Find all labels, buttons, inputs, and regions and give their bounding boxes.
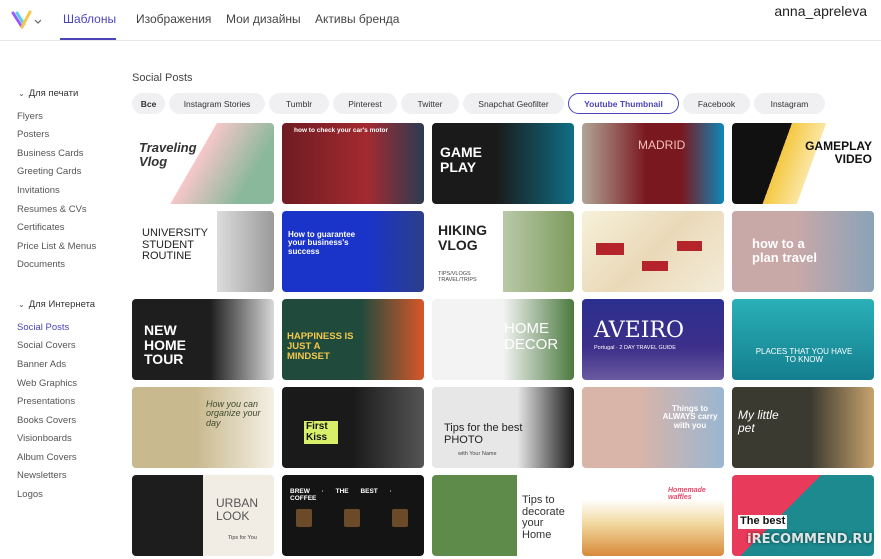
top-navigation: Шаблоны Изображения Мои дизайны Активы б… — [0, 0, 881, 41]
watermark: iRECOMMEND.RU — [747, 532, 873, 547]
template-title: HAPPINESS IS JUST A MINDSET — [287, 331, 354, 362]
template-card[interactable]: GAMEPLAY VIDEO — [732, 123, 874, 204]
tab-templates[interactable]: Шаблоны — [63, 12, 116, 26]
template-card[interactable]: Homemade waffles — [582, 475, 724, 556]
template-card[interactable]: My little pet — [732, 387, 874, 468]
template-title: First Kiss — [304, 421, 338, 444]
template-card[interactable]: HIKING VLOG TIPS/VLOGS TRAVEL/TRIPS — [432, 211, 574, 292]
chip-tumblr[interactable]: Tumblr — [269, 93, 329, 114]
template-title: The best — [738, 515, 788, 529]
template-subtitle: Tips for You — [228, 535, 257, 541]
active-tab-indicator — [60, 38, 116, 40]
sidebar-item-price-list[interactable]: Price List & Menus — [17, 241, 96, 252]
chip-all[interactable]: Все — [132, 93, 165, 114]
sidebar-item-certificates[interactable]: Certificates — [17, 222, 65, 233]
sidebar-item-visionboards[interactable]: Visionboards — [17, 433, 72, 444]
sidebar-group-print[interactable]: ⌄ Для печати — [18, 88, 78, 99]
chip-pinterest[interactable]: Pinterest — [333, 93, 397, 114]
template-subtitle: TIPS/VLOGS TRAVEL/TRIPS — [438, 271, 477, 283]
chip-instagram[interactable]: Instagram — [754, 93, 825, 114]
template-card[interactable]: how to a plan travel — [732, 211, 874, 292]
template-grid: Traveling Vlog how to check your car's m… — [131, 122, 876, 559]
template-card[interactable] — [582, 211, 724, 292]
template-card[interactable]: GAME PLAY — [432, 123, 574, 204]
app-logo-icon[interactable] — [11, 9, 41, 31]
template-card[interactable]: How to guarantee your business's success — [282, 211, 424, 292]
chevron-down-icon: ⌄ — [18, 300, 25, 309]
template-card[interactable]: PLACES THAT YOU HAVE TO KNOW — [732, 299, 874, 380]
template-card[interactable]: Tips to decorate your Home — [432, 475, 574, 556]
sidebar-item-business-cards[interactable]: Business Cards — [17, 148, 84, 159]
template-title: URBAN LOOK — [216, 496, 259, 523]
template-card[interactable]: BREW · THE BEST · COFFEE — [282, 475, 424, 556]
category-sidebar: ⌄ Для печати Flyers Posters Business Car… — [0, 41, 125, 559]
template-card[interactable]: UNIVERSITY STUDENT ROUTINE — [132, 211, 274, 292]
username[interactable]: anna_apreleva — [774, 3, 867, 19]
sidebar-item-resumes[interactable]: Resumes & CVs — [17, 204, 87, 215]
template-title: My little pet — [738, 408, 779, 435]
tab-my-designs[interactable]: Мои дизайны — [226, 12, 301, 26]
sidebar-item-greeting-cards[interactable]: Greeting Cards — [17, 166, 81, 177]
tab-images[interactable]: Изображения — [136, 12, 211, 26]
template-card[interactable]: MADRID — [582, 123, 724, 204]
template-card[interactable]: HOME DECOR — [432, 299, 574, 380]
template-title: GAMEPLAY VIDEO — [805, 139, 872, 166]
template-card[interactable]: URBAN LOOK Tips for You — [132, 475, 274, 556]
template-title: BREW · THE BEST · COFFEE — [290, 488, 392, 502]
template-title: How to guarantee your business's success — [288, 230, 356, 256]
sidebar-item-flyers[interactable]: Flyers — [17, 111, 43, 122]
template-title: Traveling Vlog — [139, 140, 197, 169]
template-title: GAME PLAY — [440, 144, 482, 175]
template-title: HOME DECOR — [504, 320, 559, 353]
section-title: Social Posts — [132, 72, 193, 84]
template-title: how to check your car's motor — [294, 127, 389, 134]
template-card[interactable]: HAPPINESS IS JUST A MINDSET — [282, 299, 424, 380]
template-title: PLACES THAT YOU HAVE TO KNOW — [755, 347, 853, 365]
template-card[interactable]: Tips for the best PHOTO with Your Name — [432, 387, 574, 468]
template-card[interactable]: AVEIRO Portugal · 2 DAY TRAVEL GUIDE — [582, 299, 724, 380]
sidebar-group-label: Для Интернета — [28, 299, 96, 310]
chip-instagram-stories[interactable]: Instagram Stories — [169, 93, 265, 114]
template-title: How you can organize your day — [206, 399, 261, 428]
template-card[interactable]: First Kiss — [282, 387, 424, 468]
template-title: MADRID — [638, 138, 686, 152]
template-title: UNIVERSITY STUDENT ROUTINE — [142, 227, 208, 263]
sidebar-item-social-posts[interactable]: Social Posts — [17, 322, 69, 333]
sidebar-item-logos[interactable]: Logos — [17, 489, 43, 500]
template-card[interactable]: How you can organize your day — [132, 387, 274, 468]
chip-youtube-thumbnail[interactable]: Youtube Thumbnail — [568, 93, 679, 114]
sidebar-item-album-covers[interactable]: Album Covers — [17, 452, 77, 463]
chip-facebook[interactable]: Facebook — [683, 93, 750, 114]
sidebar-item-newsletters[interactable]: Newsletters — [17, 470, 67, 481]
template-title: NEW HOME TOUR — [144, 322, 186, 368]
template-title: Things to ALWAYS carry with you — [662, 404, 718, 430]
template-title: HIKING VLOG — [438, 222, 487, 253]
sidebar-item-posters[interactable]: Posters — [17, 129, 49, 140]
sidebar-item-books-covers[interactable]: Books Covers — [17, 415, 76, 426]
chevron-down-icon: ⌄ — [18, 89, 25, 98]
sidebar-group-web[interactable]: ⌄ Для Интернета — [18, 299, 95, 310]
template-card[interactable]: how to check your car's motor — [282, 123, 424, 204]
template-title: Tips for the best PHOTO — [444, 422, 523, 446]
template-title: Tips to decorate your Home — [522, 494, 565, 541]
sidebar-group-label: Для печати — [28, 88, 79, 99]
sidebar-item-banner-ads[interactable]: Banner Ads — [17, 359, 66, 370]
template-subtitle: with Your Name — [458, 451, 497, 457]
template-subtitle: Portugal · 2 DAY TRAVEL GUIDE — [594, 345, 676, 351]
template-title: how to a plan travel — [752, 236, 818, 265]
sidebar-item-presentations[interactable]: Presentations — [17, 396, 75, 407]
chip-twitter[interactable]: Twitter — [401, 93, 459, 114]
sidebar-item-web-graphics[interactable]: Web Graphics — [17, 378, 77, 389]
tab-brand-assets[interactable]: Активы бренда — [315, 12, 399, 26]
sidebar-item-documents[interactable]: Documents — [17, 259, 65, 270]
template-title: Homemade waffles — [668, 487, 706, 502]
sidebar-item-invitations[interactable]: Invitations — [17, 185, 60, 196]
template-card[interactable]: NEW HOME TOUR — [132, 299, 274, 380]
template-card[interactable]: Traveling Vlog — [132, 123, 274, 204]
chip-snapchat-geofilter[interactable]: Snapchat Geofilter — [463, 93, 564, 114]
sidebar-item-social-covers[interactable]: Social Covers — [17, 340, 76, 351]
template-title: AVEIRO — [594, 318, 685, 343]
template-card[interactable]: Things to ALWAYS carry with you — [582, 387, 724, 468]
